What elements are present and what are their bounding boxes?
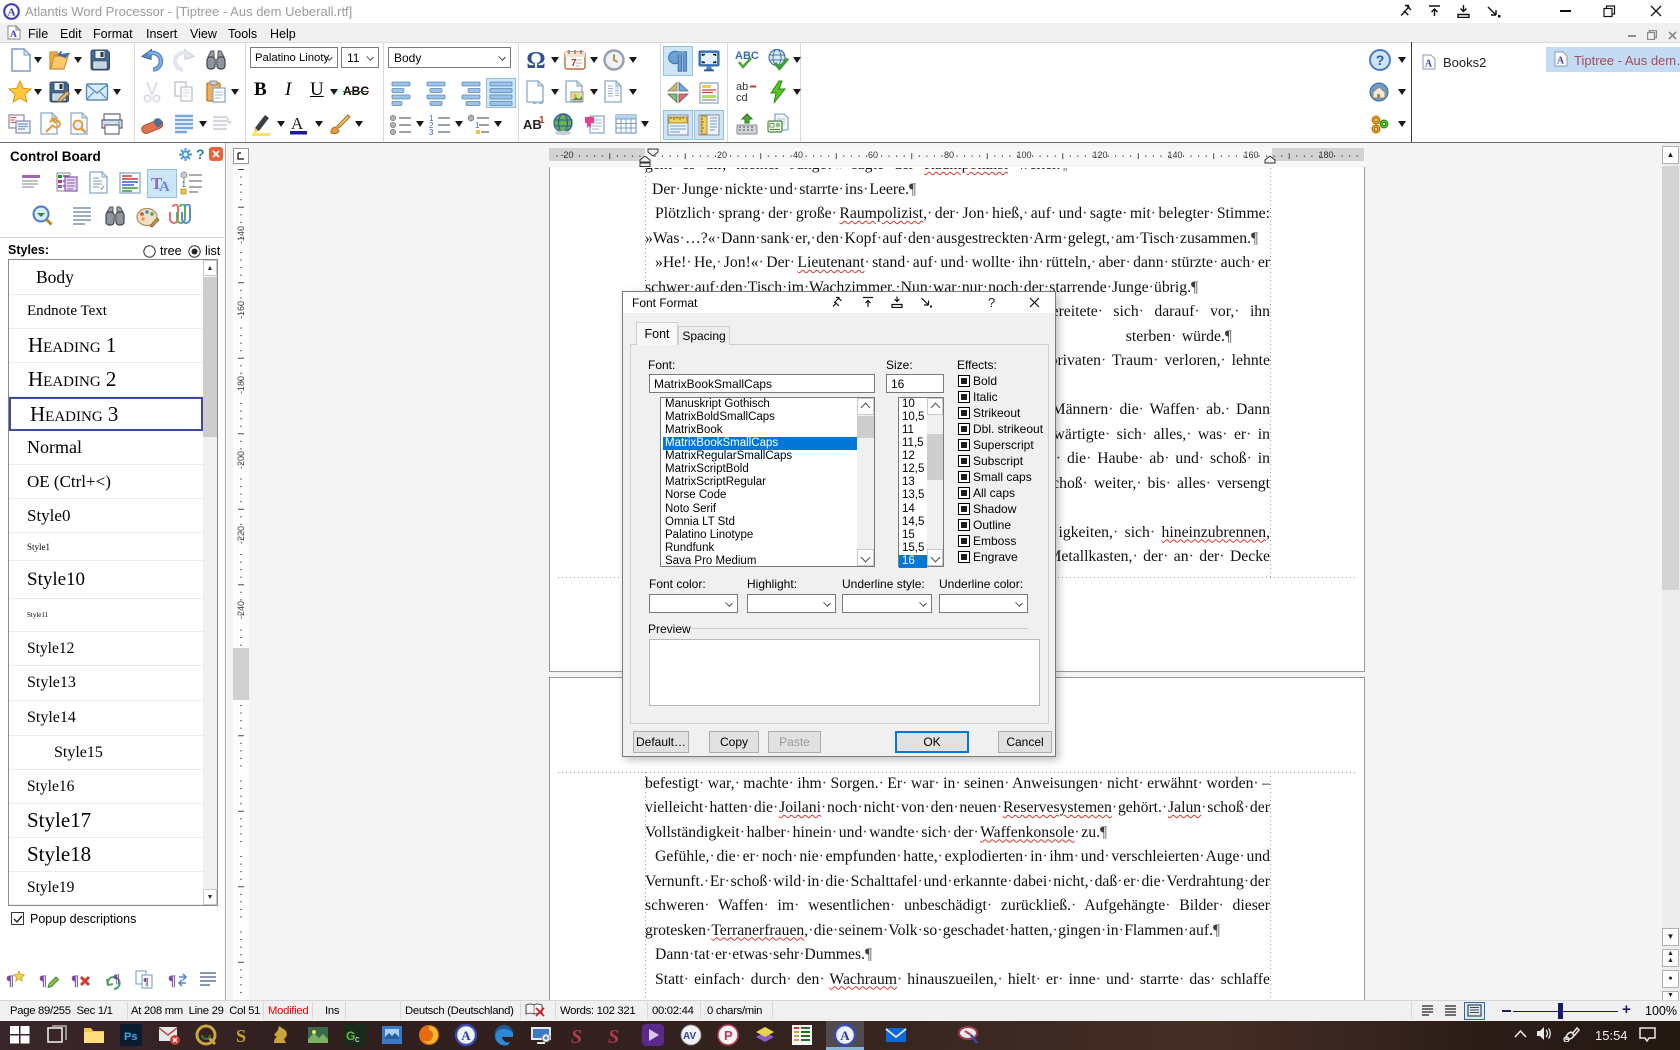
svg-text:A: A (840, 1028, 850, 1043)
svg-text:¶: ¶ (39, 973, 47, 989)
svg-text:3: 3 (429, 128, 434, 137)
svg-text:1: 1 (182, 180, 187, 189)
svg-text:¶: ¶ (71, 973, 79, 989)
svg-text:?: ? (1376, 52, 1385, 68)
svg-text:A: A (10, 30, 17, 40)
svg-text:1: 1 (539, 115, 545, 126)
svg-text:c: c (355, 1034, 360, 1044)
svg-text:A: A (461, 1028, 471, 1043)
svg-text:S: S (236, 1026, 246, 1046)
svg-text:Ω: Ω (526, 48, 545, 72)
svg-text:Ps: Ps (124, 1031, 137, 1043)
svg-text:✓: ✓ (100, 185, 106, 192)
svg-text:cd: cd (736, 92, 748, 104)
svg-text:¶: ¶ (143, 976, 149, 988)
svg-text:ABC: ABC (735, 50, 759, 62)
svg-text:¶: ¶ (168, 973, 176, 989)
svg-text:¶: ¶ (113, 971, 120, 986)
svg-text:A: A (159, 179, 170, 195)
svg-text:1: 1 (475, 121, 480, 130)
svg-text:P: P (724, 1028, 733, 1043)
svg-text:S: S (608, 1026, 619, 1047)
svg-text:A: A (1425, 59, 1433, 70)
svg-text:A: A (291, 114, 304, 133)
svg-text:S: S (571, 1026, 582, 1047)
svg-text:A: A (8, 7, 16, 19)
svg-text:AV: AV (683, 1031, 696, 1042)
svg-text:¶: ¶ (6, 973, 14, 989)
svg-text:A: A (1557, 56, 1565, 67)
svg-text:G: G (346, 1029, 355, 1043)
